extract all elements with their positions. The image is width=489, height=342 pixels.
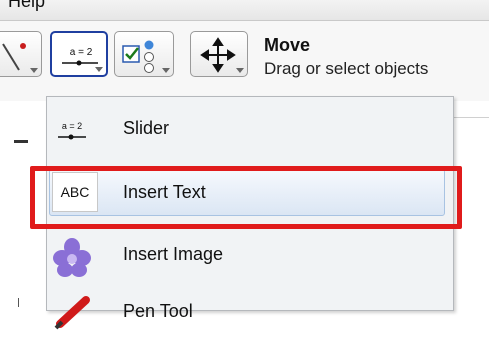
dropdown-arrow-icon (95, 67, 103, 72)
highlight-annotation (30, 166, 462, 229)
menu-item-insert-image[interactable]: Insert Image (47, 227, 451, 285)
menu-bar: Help (0, 0, 489, 21)
menu-item-slider[interactable]: a = 2 Slider (47, 101, 451, 159)
slider-icon-text: a = 2 (62, 121, 82, 131)
slider-tool-icon: a = 2 (62, 47, 98, 66)
menu-item-label: Insert Image (123, 244, 224, 264)
line-tool-button[interactable] (0, 31, 42, 77)
dropdown-arrow-icon (236, 68, 244, 73)
tool-title: Move (264, 35, 311, 55)
menu-help[interactable]: Help (8, 0, 45, 12)
dropdown-arrow-icon (30, 68, 38, 73)
menu-item-pen-tool[interactable]: Pen Tool (47, 284, 451, 342)
checkbox-tool-button[interactable] (114, 31, 174, 77)
collapse-icon[interactable] (14, 140, 28, 143)
slider-tool-text: a = 2 (70, 47, 93, 58)
axis-tick (18, 298, 19, 307)
image-icon (52, 237, 92, 277)
toolbar: a = 2 Move Drag or select objects (0, 21, 489, 101)
tool-description: Drag or select objects (264, 59, 429, 78)
menu-item-label: Pen Tool (123, 301, 193, 321)
slider-icon: a = 2 (52, 111, 92, 151)
slider-tool-button[interactable]: a = 2 (50, 31, 108, 77)
move-tool-button[interactable] (190, 31, 248, 77)
menu-item-label: Slider (123, 118, 170, 138)
pen-icon (52, 294, 92, 334)
dropdown-arrow-icon (162, 68, 170, 73)
